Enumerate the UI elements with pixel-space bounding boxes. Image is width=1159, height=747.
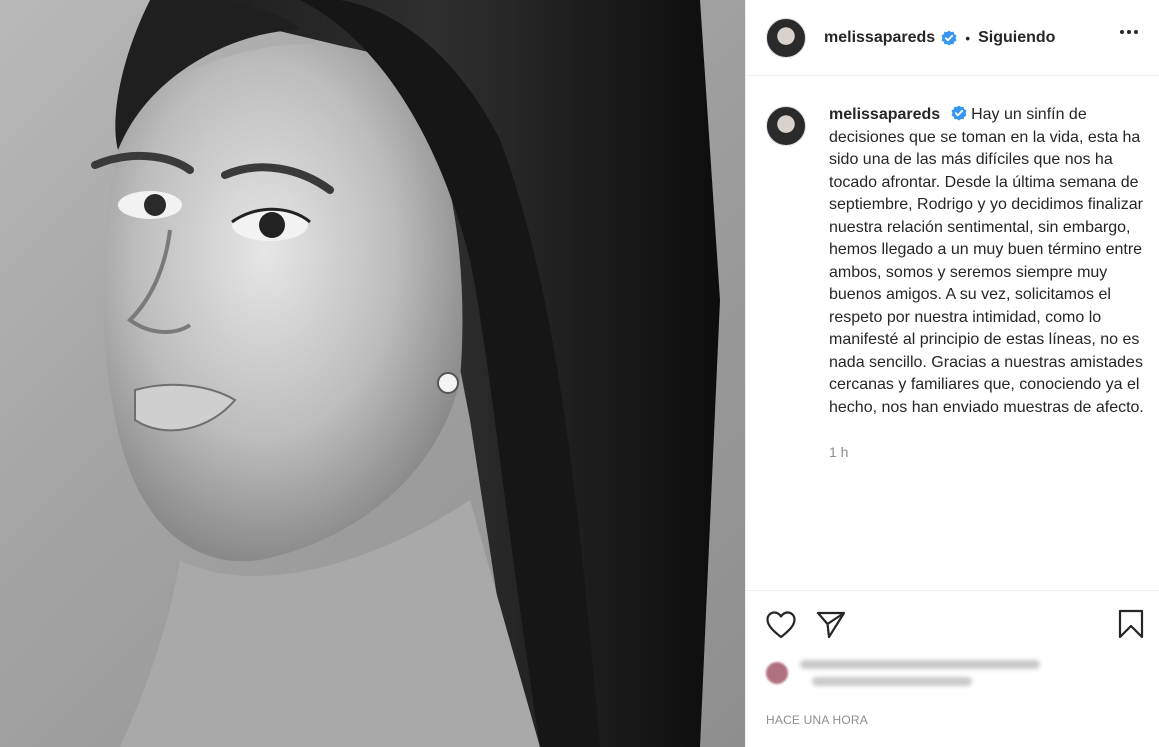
portrait-illustration bbox=[91, 0, 720, 747]
paper-plane-icon[interactable] bbox=[816, 610, 846, 645]
author-username[interactable]: melissapareds bbox=[824, 29, 935, 47]
caption-text: Hay un sinfín de decisiones que se toman… bbox=[829, 106, 1144, 416]
liked-by-avatar bbox=[766, 662, 788, 684]
caption-timestamp[interactable]: 1 h bbox=[829, 441, 1151, 464]
action-bar bbox=[746, 590, 1159, 656]
author-avatar[interactable] bbox=[766, 17, 806, 58]
liked-by-blurred bbox=[800, 660, 1040, 686]
post-photo[interactable] bbox=[0, 0, 745, 747]
more-options-icon[interactable] bbox=[1120, 30, 1138, 34]
verified-badge-icon bbox=[951, 105, 967, 121]
post-caption: melissapareds Hay un sinfín de decisione… bbox=[766, 104, 1156, 464]
post-age[interactable]: HACE UNA HORA bbox=[766, 713, 868, 727]
caption-author-avatar[interactable] bbox=[766, 106, 806, 146]
liked-by-row[interactable] bbox=[766, 660, 1040, 686]
post-header: melissapareds • Siguiendo bbox=[746, 0, 1159, 76]
caption-author-username[interactable]: melissapareds bbox=[829, 106, 940, 123]
heart-icon[interactable] bbox=[766, 611, 796, 644]
verified-badge-icon bbox=[941, 30, 957, 46]
bookmark-icon[interactable] bbox=[1118, 609, 1144, 644]
post-side-panel: melissapareds • Siguiendo melissapareds bbox=[745, 0, 1159, 747]
header-separator: • bbox=[965, 29, 971, 46]
following-button[interactable]: Siguiendo bbox=[978, 29, 1055, 47]
